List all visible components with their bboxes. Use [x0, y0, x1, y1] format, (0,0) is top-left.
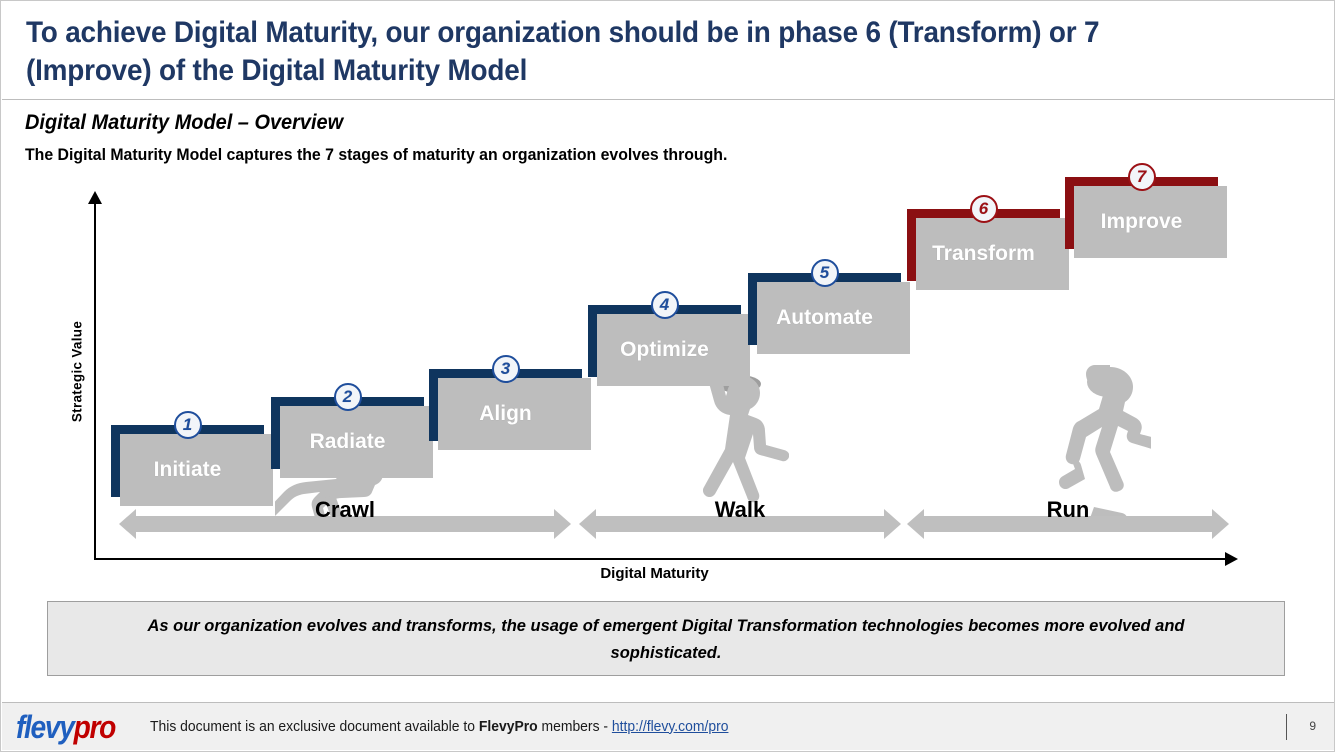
flevypro-logo: flevypro [16, 708, 117, 745]
stage-box-improve[interactable]: 7 Improve [1065, 163, 1227, 258]
insight-callout-box: As our organization evolves and transfor… [47, 601, 1285, 676]
logo-pro-text: pro [73, 708, 117, 745]
page-title: To achieve Digital Maturity, our organiz… [26, 16, 1107, 87]
section-subtitle: Digital Maturity Model – Overview [25, 111, 344, 134]
phase-label-run: Run [1046, 497, 1090, 522]
stage-box-optimize[interactable]: 4 Optimize [588, 291, 750, 386]
stage-label-optimize: Optimize [620, 338, 709, 361]
x-axis-label-text: Digital Maturity [600, 565, 709, 582]
logo-flevy-text: flevy [16, 708, 75, 745]
insight-callout-text: As our organization evolves and transfor… [147, 615, 1185, 662]
page-number: 9 [1309, 719, 1316, 733]
phase-label-walk: Walk [714, 497, 766, 522]
stage-label-align: Align [479, 402, 532, 425]
footer-divider [1286, 714, 1287, 740]
stage-box-radiate[interactable]: 2 Radiate [271, 383, 433, 478]
stage-box-transform[interactable]: 6 Transform [907, 195, 1069, 290]
maturity-staircase-chart: Strategic Value Digital Maturity Crawl W… [1, 163, 1335, 589]
stage-box-align[interactable]: 3 Align [429, 355, 591, 450]
stage-number-badge-1: 1 [173, 411, 202, 439]
footer-brand: FlevyPro [479, 718, 539, 735]
phase-arrow-run: Run [907, 497, 1229, 539]
stage-box-automate[interactable]: 5 Automate [748, 259, 910, 354]
stage-label-improve: Improve [1100, 210, 1183, 233]
slide: To achieve Digital Maturity, our organiz… [0, 0, 1335, 752]
slide-footer: flevypro This document is an exclusive d… [2, 702, 1334, 750]
x-axis-line [94, 558, 1227, 560]
stage-number-badge-3: 3 [491, 355, 520, 383]
y-axis-label: Strategic Value [69, 320, 85, 423]
slide-header: To achieve Digital Maturity, our organiz… [2, 2, 1334, 100]
stage-label-initiate: Initiate [153, 458, 222, 481]
stage-box-initiate[interactable]: 1 Initiate [111, 411, 273, 506]
y-axis-line [94, 202, 96, 560]
stage-number-badge-7: 7 [1127, 163, 1156, 191]
phase-label-crawl: Crawl [315, 497, 375, 522]
stage-number-badge-6: 6 [969, 195, 998, 223]
x-axis-label: Digital Maturity [1, 565, 1335, 582]
stage-number-badge-2: 2 [333, 383, 362, 411]
footer-notice: This document is an exclusive document a… [150, 719, 728, 735]
phase-arrow-crawl: Crawl [119, 497, 571, 539]
footer-link[interactable]: http://flevy.com/pro [612, 719, 729, 735]
section-lead-text: The Digital Maturity Model captures the … [25, 146, 728, 164]
footer-text-before: This document is an exclusive document a… [150, 718, 480, 735]
x-axis-arrowhead-icon [1225, 552, 1238, 566]
stage-label-transform: Transform [932, 242, 1035, 265]
phase-arrow-walk: Walk [579, 497, 901, 539]
stage-number-badge-5: 5 [810, 259, 839, 287]
stage-label-automate: Automate [776, 306, 873, 329]
stage-label-radiate: Radiate [309, 430, 386, 453]
footer-text-after: members - [538, 718, 613, 735]
stage-number-badge-4: 4 [650, 291, 679, 319]
